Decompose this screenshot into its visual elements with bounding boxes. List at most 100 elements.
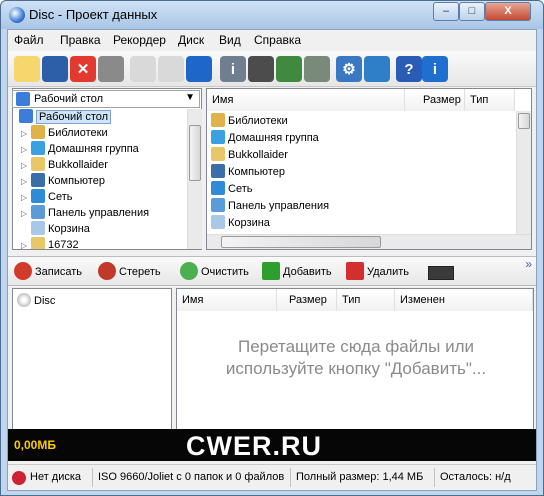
add-button[interactable]: Добавить	[262, 261, 332, 283]
tree-item[interactable]: ▷ 16732	[21, 237, 79, 249]
expand-arrow-icon[interactable]: ▷	[21, 129, 31, 138]
title-bar[interactable]: Disc - Проект данных ‒ □ X	[1, 1, 543, 29]
control-panel-icon	[31, 205, 45, 219]
erase-button[interactable]: Стереть	[98, 261, 161, 283]
file-list-item[interactable]: Сеть	[211, 181, 252, 197]
tree-item[interactable]: ▷ Сеть	[21, 189, 72, 205]
settings-button[interactable]: ⚙	[336, 56, 362, 82]
save-button[interactable]	[42, 56, 68, 82]
status-bar: Нет диска ISO 9660/Joliet с 0 папок и 0 …	[8, 464, 536, 490]
capacity-bar: 0,00МБ CWER.RU	[8, 429, 536, 461]
tree-item-label: Сеть	[48, 191, 73, 203]
client-area: Файл Правка Рекордер Диск Вид Справка ✕ i…	[7, 29, 537, 491]
menu-edit[interactable]: Правка	[60, 33, 101, 47]
explorer-hscrollbar[interactable]	[207, 234, 531, 249]
libraries-icon	[211, 113, 225, 127]
file-list-item[interactable]: Домашняя группа	[211, 130, 319, 146]
menu-help[interactable]: Справка	[254, 33, 301, 47]
folder-tree-pane: Рабочий стол ▷ Библиотеки ▷ Домашняя группа ▷…	[12, 88, 202, 250]
explorer-vscroll-thumb[interactable]	[518, 113, 530, 129]
user-folder-icon	[31, 157, 45, 171]
tree-scrollbar[interactable]	[187, 109, 202, 249]
play-disc-button[interactable]	[276, 56, 302, 82]
erase-disc-button[interactable]	[130, 56, 156, 82]
clear-label: Очистить	[201, 266, 249, 278]
eject-button[interactable]	[248, 56, 274, 82]
clear-icon	[180, 262, 198, 280]
column-name[interactable]: Имя	[177, 289, 277, 311]
file-list-item[interactable]: Библиотеки	[211, 113, 288, 129]
drive-info-button[interactable]: i	[220, 56, 246, 82]
column-modified[interactable]: Изменен	[395, 289, 533, 311]
file-list-item[interactable]: Панель управления	[211, 198, 329, 214]
file-list-item[interactable]: Компьютер	[211, 164, 285, 180]
tree-item-label: Домашняя группа	[48, 143, 139, 155]
refresh-button[interactable]	[304, 56, 330, 82]
delete-button[interactable]: ✕	[70, 56, 96, 82]
expand-arrow-icon[interactable]: ▷	[21, 209, 31, 218]
explorer-hscroll-thumb[interactable]	[221, 236, 381, 248]
column-type[interactable]: Тип	[465, 89, 515, 111]
about-button[interactable]: i	[422, 56, 448, 82]
expand-arrow-icon[interactable]: ▷	[21, 177, 31, 186]
tree-scroll-thumb[interactable]	[189, 125, 201, 181]
location-combo[interactable]: Рабочий стол ▼	[12, 90, 200, 108]
tree-item[interactable]: Рабочий стол	[19, 109, 112, 125]
file-list-item[interactable]: Bukkollaider	[211, 147, 288, 163]
print-button[interactable]	[98, 56, 124, 82]
tree-item[interactable]: ▷ Библиотеки	[21, 125, 108, 141]
project-root[interactable]: Disc	[17, 293, 55, 307]
remove-icon	[346, 262, 364, 280]
tree-item[interactable]: ▷ Компьютер	[21, 173, 105, 189]
location-value: Рабочий стол	[34, 93, 104, 105]
tree-item[interactable]: ▷ Панель управления	[21, 205, 149, 221]
maximize-button[interactable]: □	[459, 2, 485, 21]
tree-item-label: 16732	[48, 239, 79, 249]
drop-hint: Перетащите сюда файлы или используйте кн…	[178, 336, 534, 380]
expand-arrow-icon[interactable]: ▷	[21, 241, 31, 249]
window-title: Disc - Проект данных	[29, 7, 158, 22]
computer-icon	[31, 173, 45, 187]
expand-arrow-icon[interactable]: ▷	[21, 161, 31, 170]
file-list-item-label: Панель управления	[228, 200, 330, 212]
explorer-vscrollbar[interactable]	[516, 111, 531, 235]
help-button[interactable]: ?	[396, 56, 422, 82]
clear-button[interactable]: Очистить	[180, 261, 249, 283]
tree-item[interactable]: ▷ Домашняя группа	[21, 141, 139, 157]
update-button[interactable]	[364, 56, 390, 82]
burn-disc-button[interactable]	[158, 56, 184, 82]
expand-arrow-icon[interactable]: ▷	[21, 145, 31, 154]
expand-arrow-icon[interactable]: ▷	[21, 193, 31, 202]
file-list-item[interactable]: Корзина	[211, 215, 270, 231]
more-chevron-icon[interactable]: »	[525, 257, 532, 271]
column-size[interactable]: Размер	[277, 289, 337, 311]
action-bar: Записать Стереть Очистить Добавить Удали…	[8, 256, 536, 286]
minimize-button[interactable]: ‒	[433, 2, 459, 21]
column-type[interactable]: Тип	[337, 289, 395, 311]
tree-item[interactable]: ▷ Bukkollaider	[21, 157, 108, 173]
tree-item[interactable]: Корзина	[21, 221, 90, 237]
burn-button[interactable]: Записать	[14, 261, 82, 283]
dropdown-arrow-icon[interactable]: ▼	[185, 92, 195, 103]
column-name[interactable]: Имя	[207, 89, 405, 111]
drop-hint-line1: Перетащите сюда файлы или	[237, 337, 474, 356]
status-disk: Нет диска	[30, 471, 82, 483]
menu-disc[interactable]: Диск	[178, 33, 204, 47]
column-size[interactable]: Размер	[405, 89, 465, 111]
menu-recorder[interactable]: Рекордер	[113, 33, 166, 47]
drive-select-button[interactable]	[428, 266, 454, 280]
burn-icon	[14, 262, 32, 280]
remove-button[interactable]: Удалить	[346, 261, 409, 283]
new-project-button[interactable]	[14, 56, 40, 82]
disc-icon	[17, 293, 31, 307]
close-button[interactable]: X	[485, 2, 531, 21]
about-icon: i	[432, 60, 438, 78]
recycle-bin-icon	[211, 215, 225, 229]
network-icon	[211, 181, 225, 195]
menu-view[interactable]: Вид	[219, 33, 241, 47]
tree-item-label: Компьютер	[48, 175, 105, 187]
drop-hint-line2: используйте кнопку "Добавить"...	[225, 359, 487, 378]
disc-info-button[interactable]	[186, 56, 212, 82]
menu-file[interactable]: Файл	[14, 33, 44, 47]
tree-item-label: Библиотеки	[48, 127, 108, 139]
